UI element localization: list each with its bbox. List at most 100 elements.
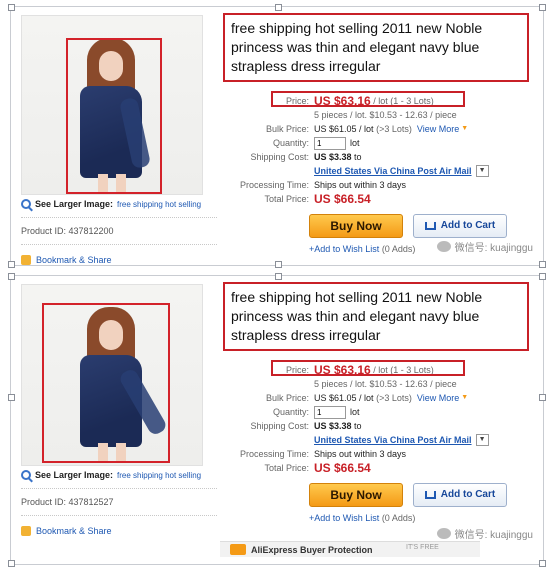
magnifier-icon [21,470,31,480]
buy-now-button[interactable]: Buy Now [309,483,403,507]
view-more-link[interactable]: View More [417,122,459,136]
image-column: See Larger Image: free shipping hot sell… [21,284,217,536]
quantity-input[interactable] [314,136,346,150]
bulk-price-value: US $61.05 [314,124,357,134]
image-highlight-box [42,303,170,463]
processing-time: Ships out within 3 days [314,449,407,459]
shipping-cost: US $3.38 [314,152,352,162]
bulk-lots: (>3 Lots) [376,124,412,134]
shipping-method-link[interactable]: United States Via China Post Air Mail [314,164,472,178]
resize-handle[interactable] [275,4,282,11]
see-larger-image[interactable]: See Larger Image: free shipping hot sell… [21,199,217,209]
wechat-icon [436,241,451,252]
resize-handle[interactable] [539,560,546,567]
wechat-icon [436,528,451,539]
cart-icon [424,491,436,499]
processing-time: Ships out within 3 days [314,180,407,190]
bulk-unit: / lot [359,393,374,403]
bulk-lots: (>3 Lots) [376,393,412,403]
resize-handle[interactable] [275,273,282,280]
total-label: Total Price: [264,463,309,473]
shipping-to: to [354,421,362,431]
chevron-down-icon[interactable]: ▼ [475,434,489,446]
shipping-method-link[interactable]: United States Via China Post Air Mail [314,433,472,447]
see-larger-label: See Larger Image: [35,199,114,209]
quantity-unit: lot [350,138,360,148]
larger-image-link[interactable]: free shipping hot selling [117,200,201,209]
wish-count: (0 Adds) [381,244,416,254]
shipping-cost: US $3.38 [314,421,352,431]
add-to-cart-button[interactable]: Add to Cart [413,214,507,238]
bulk-price-label: Bulk Price: [265,124,309,134]
price-highlight-box [271,91,465,107]
details-column: free shipping hot selling 2011 new Noble… [223,282,535,523]
image-highlight-box [66,38,162,194]
bookmark-icon [21,526,31,536]
quantity-unit: lot [350,407,360,417]
product-title: free shipping hot selling 2011 new Noble… [223,13,529,82]
processing-label: Processing Time: [239,449,309,459]
resize-handle[interactable] [539,4,546,11]
shield-icon [230,544,246,555]
see-larger-image[interactable]: See Larger Image: free shipping hot sell… [21,470,217,480]
bulk-price-label: Bulk Price: [265,393,309,403]
view-more-link[interactable]: View More [417,391,459,405]
larger-image-link[interactable]: free shipping hot selling [117,471,201,480]
product-image[interactable] [21,15,203,195]
bulk-price-value: US $61.05 [314,393,357,403]
product-image[interactable] [21,284,203,466]
watermark: 微信号: kuajinggu [436,526,533,541]
see-larger-label: See Larger Image: [35,470,114,480]
resize-handle[interactable] [8,261,15,268]
watermark-text: 微信号: kuajinggu [454,243,533,254]
resize-handle[interactable] [8,273,15,280]
add-to-wish-list-link[interactable]: +Add to Wish List [309,513,379,523]
image-column: See Larger Image: free shipping hot sell… [21,15,217,265]
resize-handle[interactable] [8,560,15,567]
total-price: US $66.54 [314,461,371,475]
free-badge: IT'S FREE [406,544,439,551]
listing-panel-2: See Larger Image: free shipping hot sell… [8,273,546,567]
resize-handle[interactable] [539,394,546,401]
chevron-down-icon[interactable]: ▼ [475,165,489,177]
buyer-protection-banner[interactable]: AliExpress Buyer Protection [220,541,480,557]
add-to-cart-label: Add to Cart [440,220,496,231]
chevron-down-icon: ▼ [461,394,469,401]
price-highlight-box [271,360,465,376]
price-per-piece: 5 pieces / lot. $10.53 - 12.63 / piece [314,379,457,389]
details-column: free shipping hot selling 2011 new Noble… [223,13,535,254]
chevron-down-icon: ▼ [461,125,469,132]
resize-handle[interactable] [275,261,282,268]
buy-now-button[interactable]: Buy Now [309,214,403,238]
buyer-protection-label: AliExpress Buyer Protection [251,544,373,555]
add-to-wish-list-link[interactable]: +Add to Wish List [309,244,379,254]
processing-label: Processing Time: [239,180,309,190]
bookmark-share-link[interactable]: Bookmark & Share [21,255,217,265]
quantity-label: Quantity: [272,138,309,148]
price-per-piece: 5 pieces / lot. $10.53 - 12.63 / piece [314,110,457,120]
bookmark-icon [21,255,31,265]
quantity-label: Quantity: [272,407,309,417]
bookmark-label: Bookmark & Share [36,526,112,536]
product-title: free shipping hot selling 2011 new Noble… [223,282,529,351]
resize-handle[interactable] [8,4,15,11]
quantity-input[interactable] [314,405,346,419]
product-id: Product ID: 437812527 [21,497,114,507]
resize-handle[interactable] [8,394,15,401]
bookmark-share-link[interactable]: Bookmark & Share [21,526,217,536]
bookmark-label: Bookmark & Share [36,255,112,265]
magnifier-icon [21,199,31,209]
shipping-to: to [354,152,362,162]
resize-handle[interactable] [539,273,546,280]
total-price: US $66.54 [314,192,371,206]
watermark-text: 微信号: kuajinggu [454,530,533,541]
wish-count: (0 Adds) [381,513,416,523]
listing-panel-1: See Larger Image: free shipping hot sell… [8,4,546,268]
shipping-label: Shipping Cost: [250,421,309,431]
add-to-cart-button[interactable]: Add to Cart [413,483,507,507]
total-label: Total Price: [264,194,309,204]
add-to-cart-label: Add to Cart [440,489,496,500]
resize-handle[interactable] [539,261,546,268]
product-id: Product ID: 437812200 [21,226,114,236]
cart-icon [424,222,436,230]
